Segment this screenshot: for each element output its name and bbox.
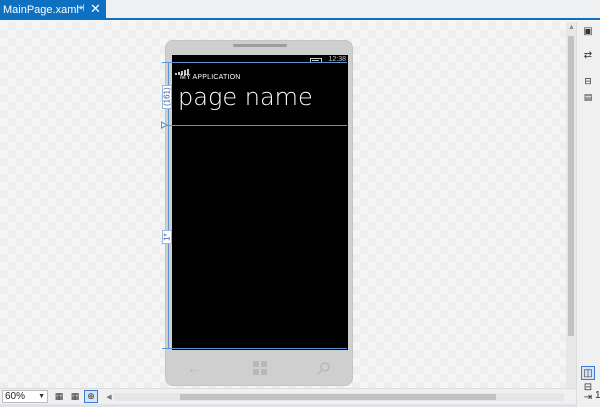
document-tab-strip: MainPage.xaml* ⊣ ✕ [0, 0, 600, 20]
grid-guide-bottom [162, 348, 347, 349]
grid-row-divider[interactable] [162, 125, 347, 126]
expand-pane-icon[interactable]: ⇥ [581, 390, 595, 404]
vertical-scroll-thumb[interactable] [568, 36, 574, 336]
pin-icon[interactable]: ⊣ [76, 3, 85, 14]
status-bar: 12:38 [172, 55, 348, 75]
zoom-select[interactable]: 60% ▼ [2, 390, 48, 403]
snap-to-grid-icon[interactable]: ▦ [68, 390, 82, 403]
windows-logo-icon [250, 358, 270, 378]
search-icon [314, 358, 334, 378]
tab-title: MainPage.xaml* [3, 4, 84, 16]
signal-icon [175, 57, 190, 75]
chevron-down-icon[interactable]: ▼ [38, 391, 45, 402]
back-arrow-icon: ← [187, 360, 201, 376]
phone-nav-bar: ← [172, 350, 348, 384]
vertical-split-icon[interactable]: ◫ [581, 366, 595, 380]
zoom-value: 60% [5, 391, 26, 402]
show-grid-icon[interactable]: ▦ [52, 390, 66, 403]
scroll-up-icon[interactable]: ▲ [568, 24, 575, 31]
page-title[interactable]: page name [178, 83, 313, 111]
grid-row-marker-icon[interactable] [161, 121, 168, 129]
tab-mainpage[interactable]: MainPage.xaml* ⊣ ✕ [0, 0, 106, 20]
xaml-view-icon[interactable]: ▤ [581, 90, 595, 104]
swap-panes-icon[interactable]: ⇄ [581, 48, 595, 62]
snap-to-lines-icon[interactable]: ⊕ [84, 390, 98, 403]
right-toolbar: ▣ ⇄ ⊟ ▤ ◫ ⊟ ⇥ 1 [576, 22, 600, 407]
phone-frame: 12:38 MY APPLICATION page name ← [165, 40, 353, 386]
phone-speaker [233, 44, 287, 47]
close-icon[interactable]: ✕ [90, 1, 101, 17]
collapse-pane-icon[interactable]: ⊟ [581, 74, 595, 88]
document-outline-icon[interactable]: ▣ [581, 24, 595, 38]
vertical-scrollbar[interactable]: ▲ [566, 22, 576, 388]
grid-row-height-label[interactable]: (161) [162, 85, 172, 109]
horizontal-scroll-thumb[interactable] [180, 394, 496, 400]
application-title[interactable]: MY APPLICATION [180, 74, 241, 81]
bottom-toolbar: 60% ▼ ▦ ▦ ⊕ ◀ [0, 388, 576, 404]
grid-row-star-label[interactable]: 1* [162, 230, 172, 244]
grid-guide-top [162, 62, 347, 63]
phone-screen[interactable]: 12:38 MY APPLICATION page name [172, 55, 348, 350]
horizontal-scrollbar[interactable] [114, 393, 564, 401]
page-number: 1 [595, 390, 600, 401]
